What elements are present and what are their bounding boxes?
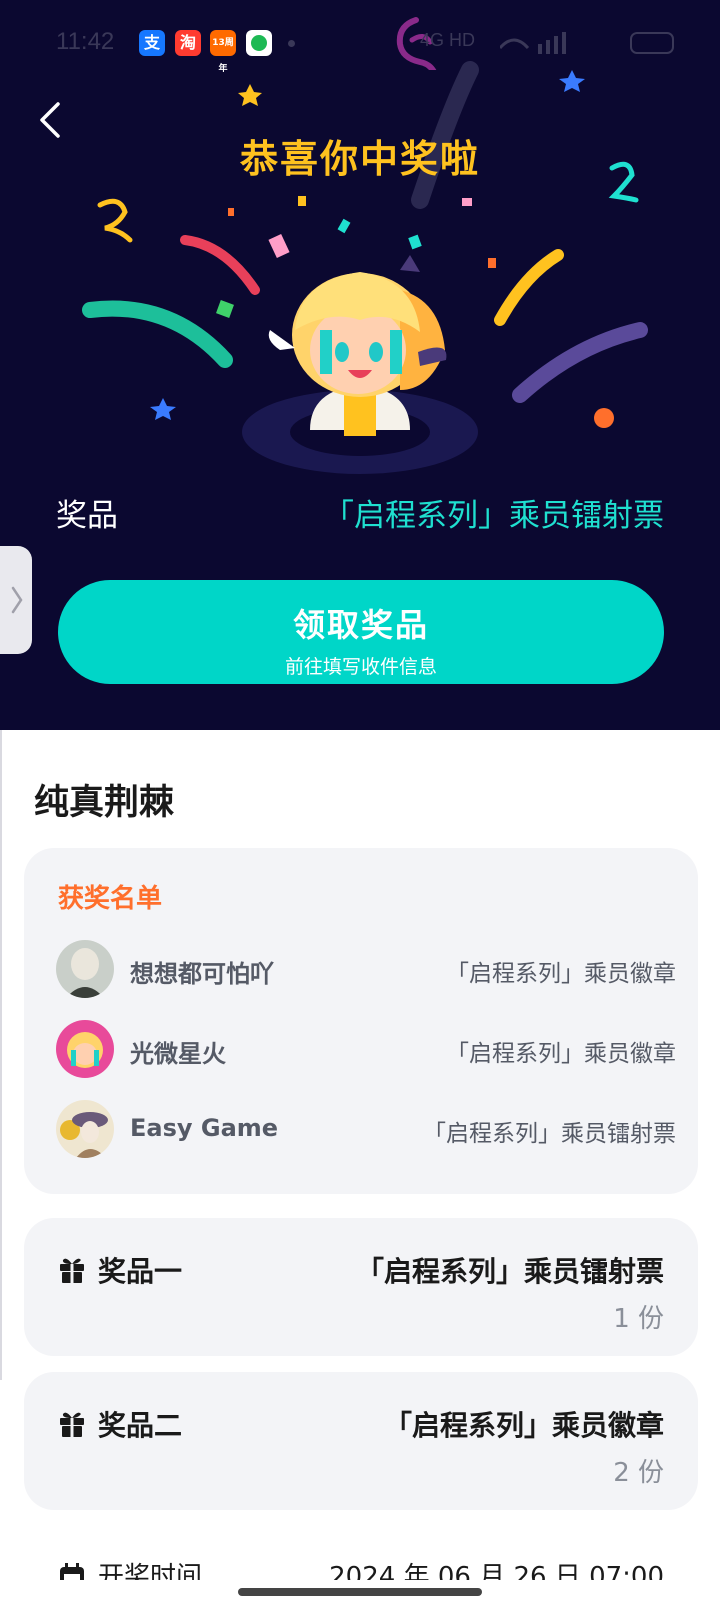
- claim-button-subtitle: 前往填写收件信息: [284, 656, 437, 678]
- claim-prize-button[interactable]: 领取奖品 前往填写收件信息: [58, 580, 664, 684]
- winner-name: 光微星火: [130, 1040, 226, 1068]
- network-text: 4G HD: [420, 30, 476, 50]
- avatar: [56, 1020, 114, 1078]
- anniversary-app-icon: 13周年: [210, 30, 236, 74]
- avatar: [56, 1100, 114, 1158]
- winner-prize: 「启程系列」乘员徽章: [446, 961, 676, 987]
- winners-heading: 获奖名单: [58, 884, 163, 914]
- winner-name: Easy Game: [130, 1114, 279, 1142]
- notification-dot-icon: [288, 40, 295, 47]
- prize-card-label: 奖品二: [98, 1409, 183, 1442]
- side-drawer-tab[interactable]: [0, 546, 32, 654]
- winner-row[interactable]: Easy Game 「启程系列」乘员镭射票: [56, 1100, 676, 1158]
- avatar: [56, 940, 114, 998]
- home-indicator[interactable]: [238, 1588, 482, 1596]
- edge-divider: [0, 730, 2, 1380]
- prize-card-label: 奖品一: [98, 1255, 183, 1288]
- winner-prize: 「启程系列」乘员徽章: [446, 1041, 676, 1067]
- prize-card-name: 「启程系列」乘员镭射票: [355, 1255, 664, 1288]
- signal-icon: [500, 32, 566, 54]
- draw-time-row: 开奖时间 2024 年 06 月 26 日 07:00: [0, 1550, 720, 1580]
- winner-name: 想想都可怕吖: [130, 960, 274, 988]
- winner-row[interactable]: 想想都可怕吖 「启程系列」乘员徽章: [56, 940, 676, 998]
- prize-label: 奖品: [56, 498, 118, 534]
- prize-card-name: 「启程系列」乘员徽章: [383, 1409, 664, 1442]
- prize-card: 奖品一 「启程系列」乘员镭射票 1 份: [24, 1218, 698, 1356]
- hero-banner: 11:42 支 淘 13周年 4G HD 恭喜你中奖啦 奖品 「启程系列」乘员镭…: [0, 0, 720, 730]
- battery-icon: [630, 32, 674, 54]
- prize-card-quantity: 2 份: [613, 1458, 664, 1488]
- prize-card-quantity: 1 份: [613, 1304, 664, 1334]
- spotify-icon: [246, 30, 272, 56]
- congrats-title: 恭喜你中奖啦: [239, 137, 480, 181]
- status-bar: 11:42 支 淘 13周年 4G HD: [0, 0, 720, 86]
- winner-prize: 「启程系列」乘员镭射票: [423, 1121, 676, 1147]
- taobao-icon: 淘: [175, 30, 201, 56]
- mascot-illustration: [268, 255, 447, 436]
- prize-card: 奖品二 「启程系列」乘员徽章 2 份: [24, 1372, 698, 1510]
- prize-name: 「启程系列」乘员镭射票: [323, 498, 664, 534]
- gift-icon: [60, 1258, 84, 1283]
- draw-time-value: 2024 年 06 月 26 日 07:00: [329, 1562, 664, 1580]
- claim-button-title: 领取奖品: [292, 606, 429, 644]
- winner-row[interactable]: 光微星火 「启程系列」乘员徽章: [56, 1020, 676, 1078]
- winners-card: 获奖名单 想想都可怕吖 「启程系列」乘员徽章 光微星火 「启程系列」乘员徽章 E…: [24, 848, 698, 1194]
- status-time: 11:42: [56, 28, 115, 55]
- draw-time-label: 开奖时间: [98, 1562, 203, 1580]
- event-title: 纯真荆棘: [34, 783, 175, 823]
- calendar-icon: [60, 1563, 84, 1580]
- chevron-right-icon: [11, 586, 23, 614]
- alipay-icon: 支: [139, 30, 165, 56]
- gift-icon: [60, 1412, 84, 1437]
